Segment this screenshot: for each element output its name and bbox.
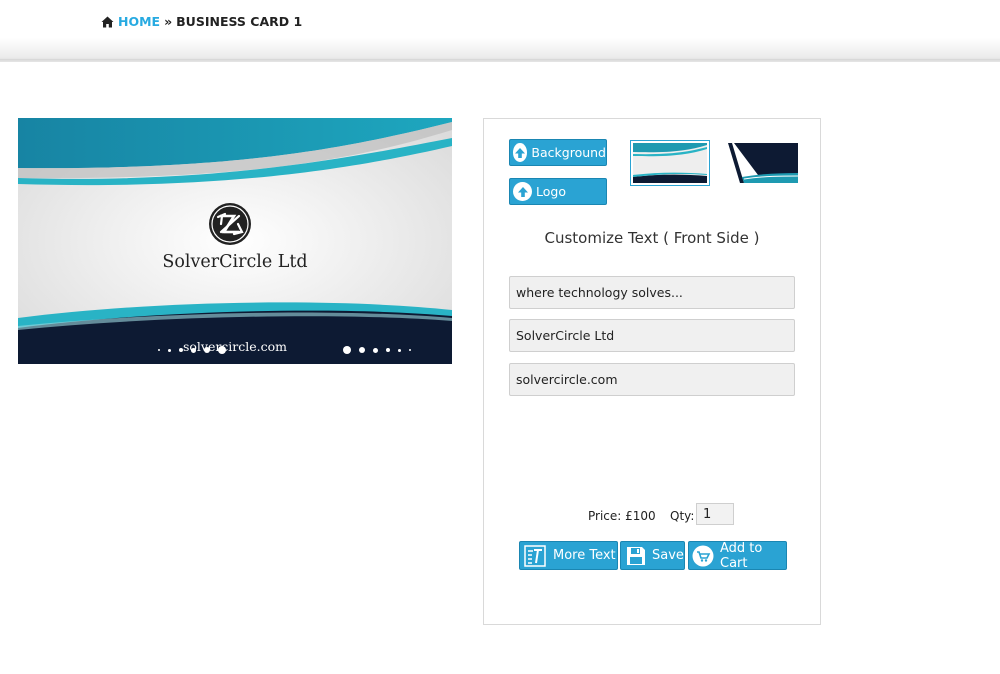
- logo-button-label: Logo: [536, 184, 566, 199]
- breadcrumb-home-link[interactable]: HOME: [118, 14, 160, 29]
- qty-label: Qty:: [670, 509, 695, 523]
- cart-icon: [692, 544, 714, 568]
- card-company-name: SolverCircle Ltd: [162, 252, 308, 272]
- more-text-label: More Text: [553, 548, 616, 563]
- more-text-button[interactable]: More Text: [519, 541, 618, 570]
- add-to-cart-button[interactable]: Add to Cart: [688, 540, 787, 571]
- price-label: Price: £100: [588, 509, 656, 523]
- save-button[interactable]: Save: [620, 541, 685, 570]
- tagline-field[interactable]: [509, 276, 795, 309]
- breadcrumb-separator: »: [164, 14, 173, 29]
- template-thumbnail-2[interactable]: [721, 140, 801, 186]
- upload-arrow-icon: [513, 143, 528, 162]
- add-to-cart-label: Add to Cart: [720, 540, 763, 571]
- text-icon: [523, 544, 547, 568]
- business-card-preview: SolverCircle Ltd solvercircle.com: [18, 118, 452, 364]
- save-icon: [624, 544, 648, 568]
- customize-panel: Background Logo Customize Text ( Front S…: [483, 118, 821, 625]
- website-field[interactable]: [509, 363, 795, 396]
- breadcrumb-current: BUSINESS CARD 1: [176, 14, 303, 29]
- save-label: Save: [652, 548, 684, 563]
- card-dots-right: [343, 346, 411, 354]
- customize-text-title: Customize Text ( Front Side ): [544, 229, 760, 247]
- background-button-label: Background: [531, 145, 606, 160]
- breadcrumb: HOME » BUSINESS CARD 1: [101, 14, 302, 29]
- template-thumbnail-1[interactable]: [630, 140, 710, 186]
- upload-arrow-icon: [513, 182, 532, 201]
- background-upload-button[interactable]: Background: [509, 139, 607, 166]
- logo-upload-button[interactable]: Logo: [509, 178, 607, 205]
- company-logo: [209, 203, 251, 245]
- company-name-field[interactable]: [509, 319, 795, 352]
- page-header: HOME » BUSINESS CARD 1: [0, 0, 1000, 62]
- quantity-input[interactable]: [696, 503, 734, 525]
- home-icon: [101, 16, 114, 27]
